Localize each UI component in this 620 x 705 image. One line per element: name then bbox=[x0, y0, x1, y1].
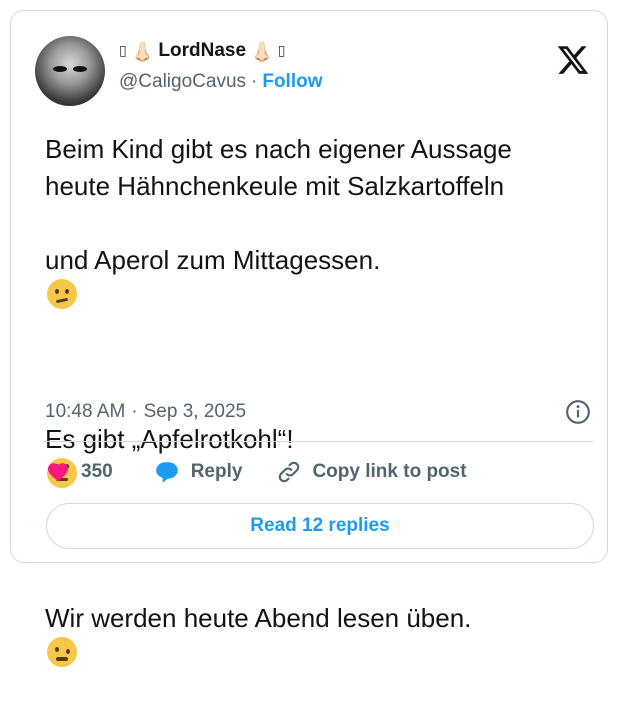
author-name-row[interactable]: ▯ 👃🏻 LordNase 👃🏻 ▯ bbox=[119, 38, 285, 64]
tweet-line-text: Es gibt „Apfelrotkohl“! bbox=[45, 424, 294, 454]
tweet-line-text: und Aperol zum Mittagessen. bbox=[45, 245, 381, 275]
like-button[interactable]: 350 bbox=[45, 460, 113, 484]
separator-dot: · bbox=[251, 71, 258, 92]
tweet-time: 10:48 AM bbox=[45, 401, 126, 422]
thinking-face-icon bbox=[47, 279, 77, 309]
tweet-line: und Aperol zum Mittagessen. bbox=[45, 205, 605, 347]
avatar-eye bbox=[73, 66, 87, 72]
avatar-eye bbox=[53, 66, 67, 72]
nose-emoji-icon: 👃🏻 bbox=[130, 40, 155, 63]
reply-label: Reply bbox=[190, 461, 243, 482]
action-bar: 350 Reply Copy link to post bbox=[45, 457, 467, 487]
tweet-line: Wir werden heute Abend lesen üben. bbox=[45, 563, 605, 705]
tweet-line: Beim Kind gibt es nach eigener Aussage bbox=[45, 134, 512, 164]
x-logo-icon[interactable] bbox=[556, 43, 590, 77]
divider bbox=[45, 441, 593, 442]
nose-emoji-icon: 👃🏻 bbox=[250, 40, 274, 63]
author-name: LordNase bbox=[158, 40, 247, 61]
missing-glyph: ▯ bbox=[277, 43, 286, 59]
info-icon[interactable] bbox=[565, 399, 591, 425]
missing-glyph: ▯ bbox=[119, 43, 127, 59]
tweet-line-text: Wir werden heute Abend lesen üben. bbox=[45, 603, 472, 633]
link-icon bbox=[279, 461, 300, 483]
like-count: 350 bbox=[81, 461, 113, 482]
author-handle[interactable]: @CaligoCavus bbox=[119, 71, 246, 93]
heart-icon bbox=[48, 463, 68, 482]
author-handle-row: @CaligoCavus · Follow bbox=[119, 69, 323, 95]
separator-dot: · bbox=[131, 401, 138, 422]
follow-button[interactable]: Follow bbox=[262, 71, 322, 93]
speech-bubble-icon bbox=[155, 462, 178, 483]
copy-link-label: Copy link to post bbox=[312, 461, 467, 482]
copy-link-button[interactable]: Copy link to post bbox=[276, 459, 467, 485]
reply-button[interactable]: Reply bbox=[153, 459, 243, 485]
woozy-face-icon bbox=[47, 637, 77, 667]
timestamp-row[interactable]: 10:48 AM · Sep 3, 2025 bbox=[45, 399, 246, 425]
tweet-card: ▯ 👃🏻 LordNase 👃🏻 ▯ @CaligoCavus · Follow… bbox=[10, 10, 608, 667]
avatar[interactable] bbox=[35, 36, 105, 106]
tweet-date: Sep 3, 2025 bbox=[143, 401, 247, 422]
tweet-line: heute Hähnchenkeule mit Salzkartoffeln bbox=[45, 171, 505, 201]
read-replies-button[interactable]: Read 12 replies bbox=[46, 503, 594, 549]
